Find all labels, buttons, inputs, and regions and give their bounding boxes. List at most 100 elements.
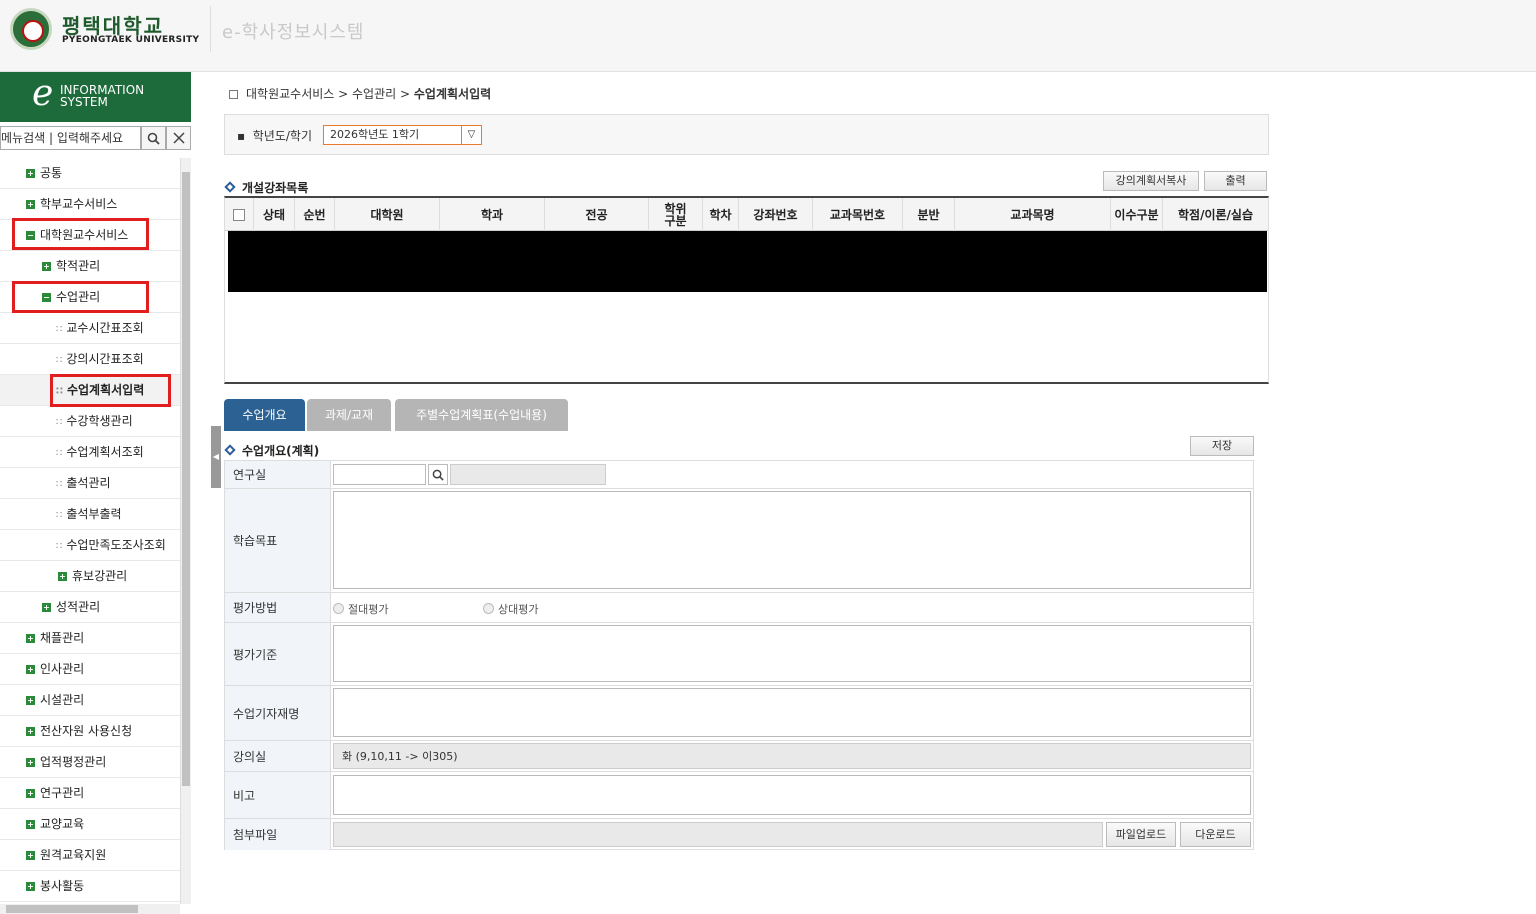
radio-circle[interactable] [333,603,344,614]
menu-it-resources[interactable]: + 전산자원 사용신청 [0,716,180,747]
menu-academic-records[interactable]: + 학적관리 [0,251,180,282]
col-department[interactable]: 학과 [440,198,545,231]
menu-label: 수강학생관리 [66,414,133,428]
menu-lecture-timetable[interactable]: ∷ 강의시간표조회 [0,344,180,375]
menu-facilities[interactable]: + 시설관리 [0,685,180,716]
window-icon [229,90,238,99]
menu-student-management[interactable]: ∷ 수강학생관리 [0,406,180,437]
menu-hr[interactable]: + 인사관리 [0,654,180,685]
brand-line2: SYSTEM [60,95,108,109]
col-section[interactable]: 분반 [903,198,955,231]
menu-makeup-class[interactable]: + 휴보강관리 [0,561,180,592]
select-all-checkbox[interactable] [233,208,245,221]
row-lab: 연구실 [225,461,1253,489]
print-button[interactable]: 출력 [1204,171,1267,191]
chevron-down-icon[interactable]: ▽ [461,126,481,144]
highlight-box [12,218,149,250]
col-degree-type[interactable]: 학위구분 [649,198,703,231]
breadcrumb-current: 수업계획서입력 [413,87,492,101]
menu-vertical-scrollbar[interactable] [180,158,191,904]
information-system-banner: e INFORMATION SYSTEM [0,72,191,122]
learning-goal-textarea[interactable] [333,491,1251,589]
menu-prof-timetable[interactable]: ∷ 교수시간표조회 [0,313,180,344]
menu-label: 강의시간표조회 [66,352,144,366]
label-note: 비고 [225,772,331,818]
university-seal-icon [10,8,52,50]
breadcrumb-separator: > [334,87,353,101]
menu-label: 학적관리 [56,259,101,273]
highlight-box [50,374,171,407]
menu-syllabus-view[interactable]: ∷ 수업계획서조회 [0,437,180,468]
scroll-thumb[interactable] [182,172,190,786]
col-subject-name[interactable]: 교과목명 [955,198,1111,231]
row-materials: 수업기자재명 [225,686,1253,741]
col-completion-type[interactable]: 이수구분 [1111,198,1163,231]
col-major[interactable]: 전공 [545,198,649,231]
close-icon[interactable] [166,126,191,150]
copy-syllabus-button[interactable]: 강의계획서복사 [1103,171,1199,191]
menu-horizontal-scrollbar[interactable] [0,904,180,914]
menu-grades[interactable]: + 성적관리 [0,592,180,623]
menu-volunteer[interactable]: + 봉사활동 [0,871,180,902]
col-credits[interactable]: 학점/이론/실습 [1163,198,1268,231]
system-title: e-학사정보시스템 [222,22,365,43]
attachment-filename [333,822,1103,847]
menu-liberal-arts[interactable]: + 교양교육 [0,809,180,840]
semester-select[interactable]: 2026학년도 1학기 ▽ [323,125,482,145]
menu-remote-education[interactable]: + 원격교육지원 [0,840,180,871]
expand-icon: + [26,634,35,643]
label-room: 강의실 [225,741,331,771]
menu-performance-eval[interactable]: + 업적평정관리 [0,747,180,778]
menu-label: 교수시간표조회 [66,321,144,335]
menu-attendance-print[interactable]: ∷ 출석부출력 [0,499,180,530]
brand-e-letter: e [32,73,54,114]
col-seq[interactable]: 순번 [295,198,335,231]
sidebar-collapse-handle[interactable]: ◀ [211,426,221,488]
expand-icon: + [26,758,35,767]
radio-relative-eval[interactable]: 상대평가 [483,601,538,617]
col-status[interactable]: 상태 [254,198,295,231]
menu-attendance[interactable]: ∷ 출석관리 [0,468,180,499]
col-subject-number[interactable]: 교과목번호 [813,198,903,231]
menu-label: 출석부출력 [66,507,122,521]
redacted-rows [228,231,1267,292]
file-upload-button[interactable]: 파일업로드 [1106,822,1176,847]
scroll-thumb[interactable] [6,905,138,913]
col-course-number[interactable]: 강좌번호 [739,198,813,231]
expand-icon: + [26,665,35,674]
menu-undergrad-faculty[interactable]: + 학부교수서비스 [0,189,180,220]
university-logo[interactable]: 평택대학교 PYEONGTAEK UNIVERSITY [10,8,200,52]
menu-satisfaction-survey[interactable]: ∷ 수업만족도조사조회 [0,530,180,561]
menu-common[interactable]: + 공통 [0,158,180,189]
save-button[interactable]: 저장 [1190,436,1254,456]
lab-input[interactable] [333,464,426,485]
expand-icon: + [26,789,35,798]
note-textarea[interactable] [333,775,1251,815]
expand-icon: + [26,200,35,209]
eval-criteria-textarea[interactable] [333,625,1251,682]
search-icon[interactable] [428,464,448,485]
menu-research[interactable]: + 연구관리 [0,778,180,809]
expand-icon: + [26,169,35,178]
expand-icon: + [26,727,35,736]
radio-absolute-eval[interactable]: 절대평가 [333,601,388,617]
search-icon[interactable] [141,126,166,150]
radio-circle[interactable] [483,603,494,614]
tab-assignments-textbooks[interactable]: 과제/교재 [307,399,391,431]
label-lab: 연구실 [225,461,331,488]
menu-chapel[interactable]: + 채플관리 [0,623,180,654]
col-graduate-school[interactable]: 대학원 [335,198,440,231]
menu-label: 채플관리 [40,631,85,645]
breadcrumb-level2: 수업관리 [352,87,397,101]
menu-label: 수업계획서조회 [66,445,144,459]
col-semester-term[interactable]: 학차 [703,198,739,231]
radio-label: 절대평가 [348,603,389,616]
materials-textarea[interactable] [333,688,1251,737]
download-button[interactable]: 다운로드 [1180,822,1251,847]
bullet-icon: ∷ [56,324,63,335]
menu-search-input[interactable]: 메뉴검색 | 입력해주세요 [0,126,141,150]
bullet-icon: ∷ [56,355,63,366]
course-grid-header: 상태 순번 대학원 학과 전공 학위구분 학차 강좌번호 교과목번호 분반 교과… [225,198,1268,231]
tab-class-overview[interactable]: 수업개요 [224,399,305,431]
tab-weekly-plan[interactable]: 주별수업계획표(수업내용) [395,399,568,431]
